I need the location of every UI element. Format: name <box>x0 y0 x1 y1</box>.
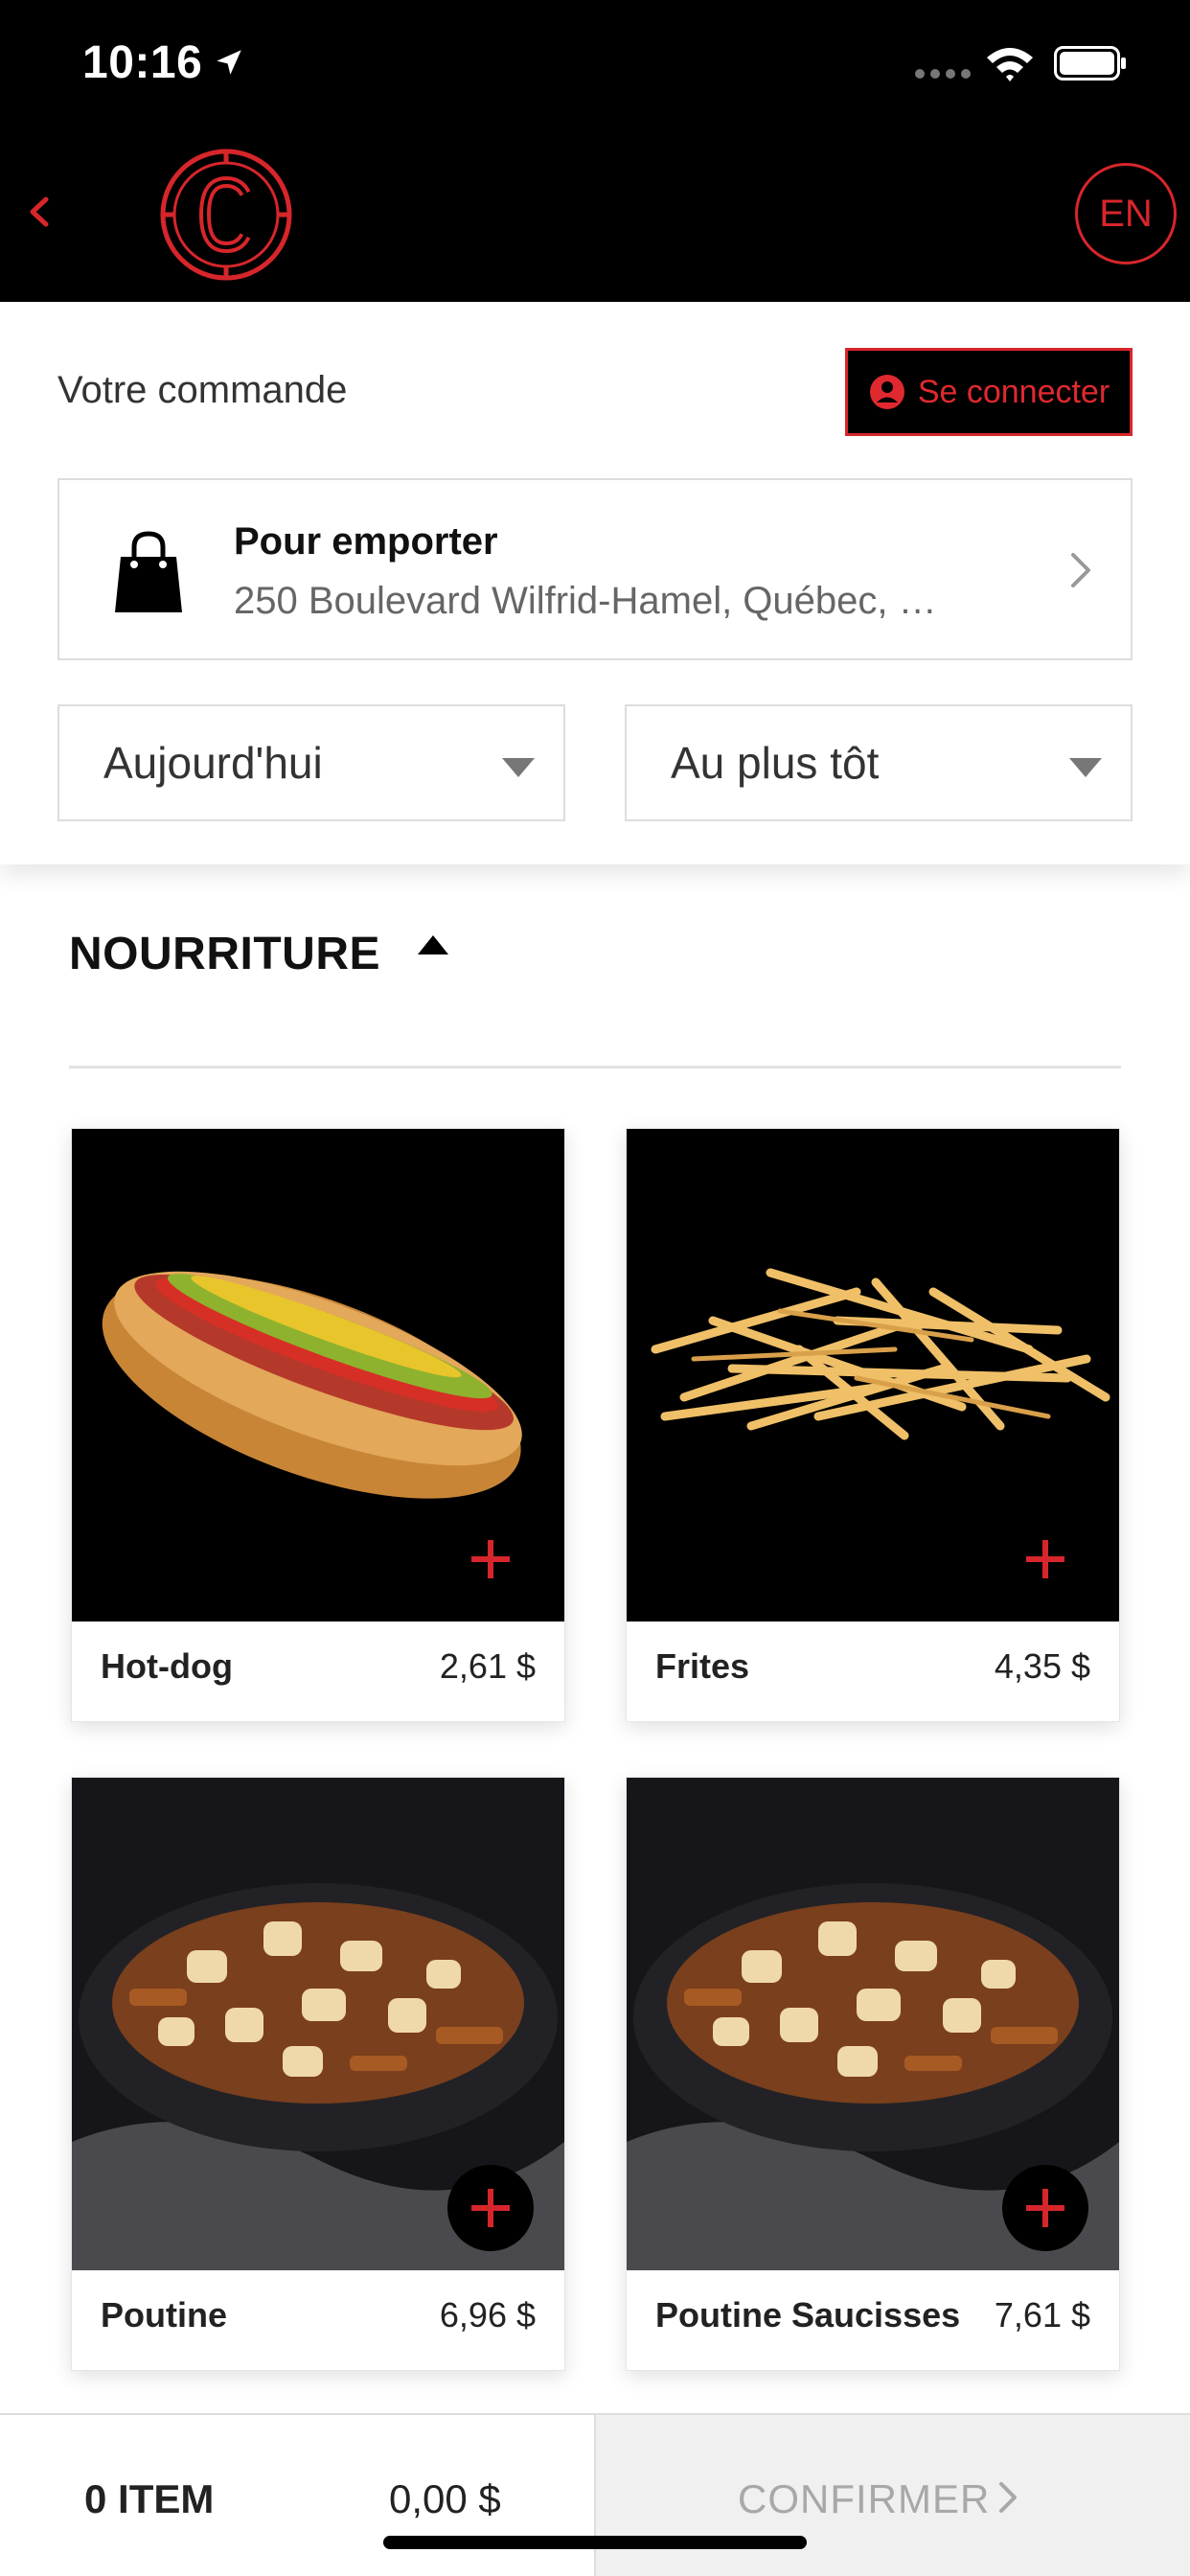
add-to-cart-button[interactable] <box>1002 1516 1088 1602</box>
product-name: Hot-dog <box>101 1646 233 1686</box>
product-price: 4,35 $ <box>994 1646 1090 1686</box>
top-header: 10:16 EN <box>0 0 1190 302</box>
home-indicator <box>383 2536 807 2549</box>
product-name: Poutine Saucisses <box>655 2295 961 2334</box>
time-select-value: Au plus tôt <box>671 738 880 788</box>
plus-icon <box>471 2189 510 2227</box>
add-to-cart-button[interactable] <box>1002 2165 1088 2251</box>
caret-up-icon[interactable] <box>418 935 448 954</box>
location-arrow-icon <box>217 50 241 75</box>
product-card-poutine-saucisses[interactable]: Poutine Saucisses 7,61 $ <box>626 1777 1120 2371</box>
cart-bar: 0 ITEM 0,00 $ CONFIRMER <box>0 2413 1190 2576</box>
add-to-cart-button[interactable] <box>447 1516 534 1602</box>
status-time: 10:16 <box>82 37 203 88</box>
product-price: 2,61 $ <box>439 1646 536 1686</box>
login-button[interactable]: Se connecter <box>845 348 1133 436</box>
pickup-selector[interactable]: Pour emporter 250 Boulevard Wilfrid-Hame… <box>57 478 1133 660</box>
plus-icon <box>471 1540 510 1578</box>
brand-logo <box>160 149 292 281</box>
plus-icon <box>1026 1540 1064 1578</box>
caret-down-icon <box>502 758 535 777</box>
product-card-poutine[interactable]: Poutine 6,96 $ <box>71 1777 565 2371</box>
pickup-address: 250 Boulevard Wilfrid-Hamel, Québec, … <box>234 580 937 622</box>
cellular-signal-icon <box>915 69 971 79</box>
order-panel: Votre commande Se connecter Pour emporte… <box>0 302 1190 864</box>
time-select[interactable]: Au plus tôt <box>625 704 1133 821</box>
product-name: Frites <box>655 1646 750 1686</box>
login-label: Se connecter <box>917 373 1110 410</box>
divider <box>69 1066 1121 1069</box>
product-price: 7,61 $ <box>994 2295 1090 2334</box>
shopping-bag-icon <box>115 531 182 612</box>
product-image <box>72 1129 564 1622</box>
caret-down-icon <box>1069 758 1102 777</box>
order-title: Votre commande <box>57 369 348 411</box>
user-icon <box>869 375 904 409</box>
category-title[interactable]: NOURRITURE <box>69 928 380 980</box>
chevron-right-icon <box>999 2482 1017 2513</box>
product-image <box>627 1129 1119 1622</box>
cart-item-count: 0 ITEM <box>84 2476 215 2521</box>
product-price: 6,96 $ <box>439 2295 536 2334</box>
add-to-cart-button[interactable] <box>447 2165 534 2251</box>
confirm-button[interactable]: CONFIRMER <box>594 2415 1190 2576</box>
wifi-icon <box>987 48 1033 81</box>
battery-icon <box>1054 46 1126 80</box>
date-select[interactable]: Aujourd'hui <box>57 704 565 821</box>
confirm-label: CONFIRMER <box>738 2476 991 2521</box>
product-card-frites[interactable]: Frites 4,35 $ <box>626 1128 1120 1722</box>
back-button[interactable] <box>15 188 63 236</box>
language-toggle-button[interactable]: EN <box>1075 163 1177 264</box>
product-image <box>72 1778 564 2270</box>
cart-total: 0,00 $ <box>389 2476 501 2521</box>
pickup-title: Pour emporter <box>234 520 498 563</box>
product-name: Poutine <box>101 2295 227 2334</box>
date-select-value: Aujourd'hui <box>103 738 323 788</box>
chevron-right-icon <box>1071 553 1090 587</box>
product-card-hot-dog[interactable]: Hot-dog 2,61 $ <box>71 1128 565 1722</box>
product-image <box>627 1778 1119 2270</box>
plus-icon <box>1026 2189 1064 2227</box>
